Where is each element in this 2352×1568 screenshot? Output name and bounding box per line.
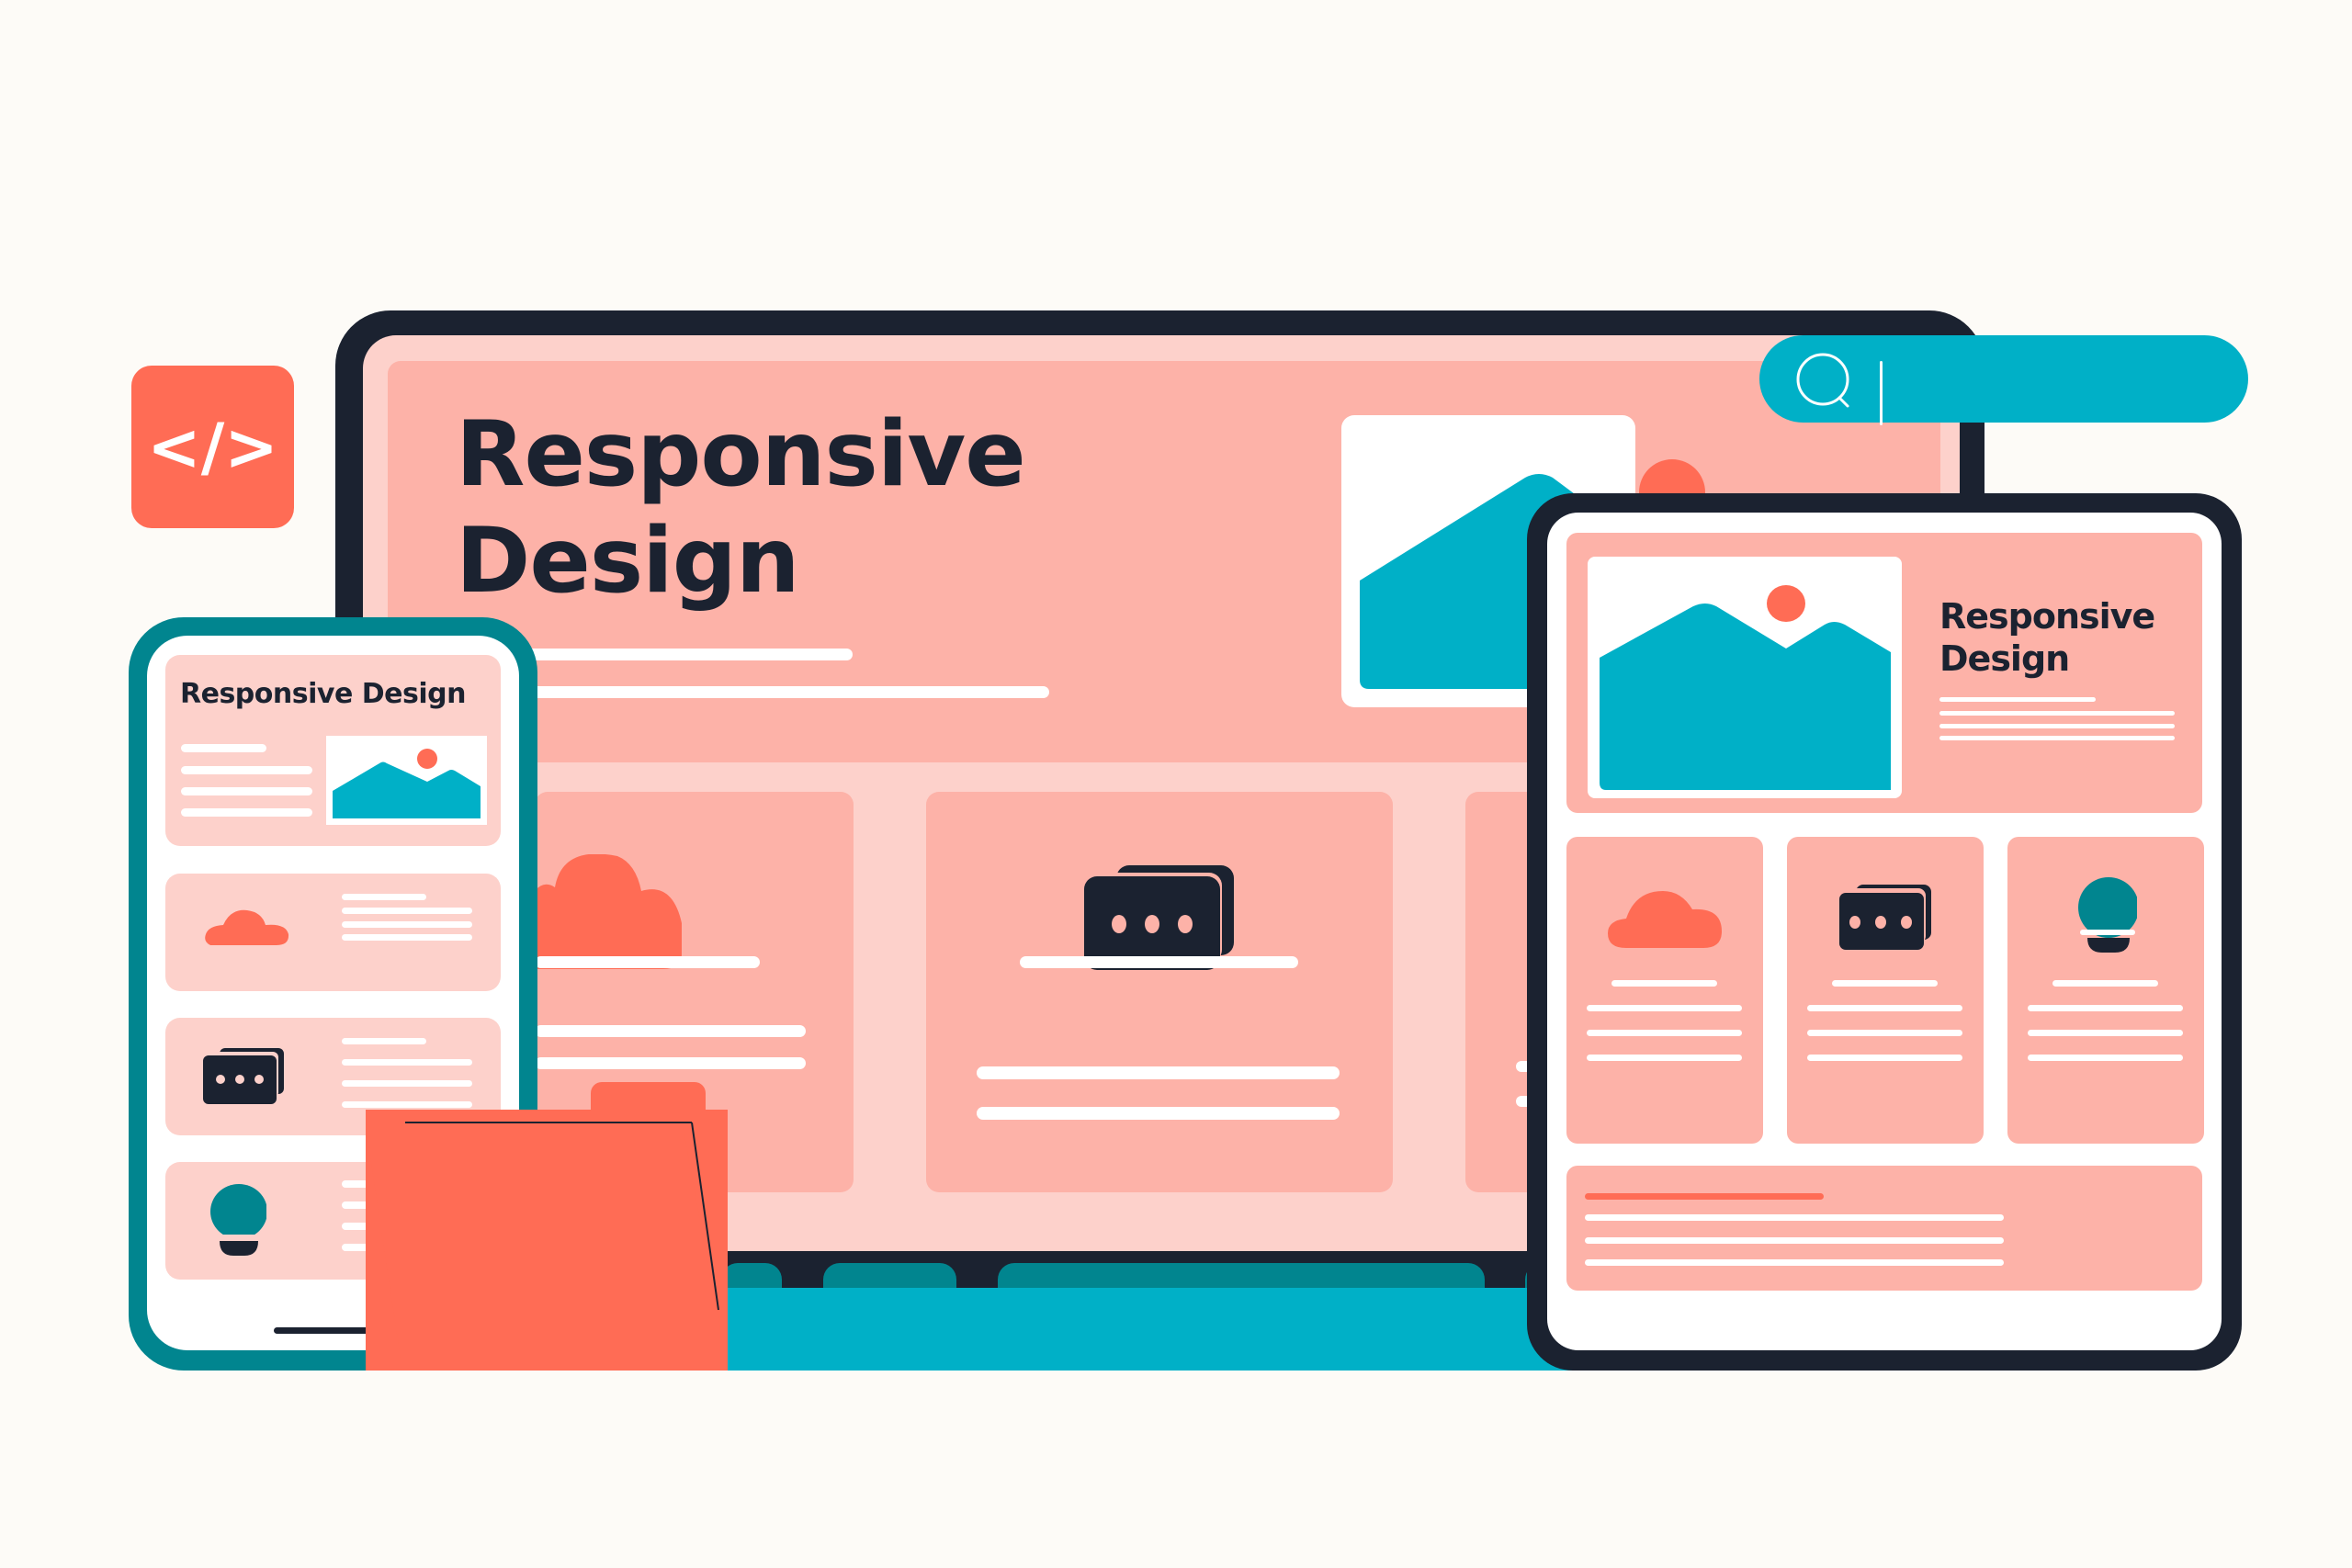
phone-text-line: [342, 1038, 426, 1044]
lightbulb-icon: [2078, 877, 2137, 953]
tablet-text-line: [1807, 1005, 1962, 1011]
phone-text-line: [342, 894, 426, 900]
tablet-text-line: [2028, 1030, 2183, 1036]
monitor-card-line: [535, 1025, 806, 1037]
monitor-text-line: [520, 649, 853, 660]
tablet-text-line: [1611, 980, 1717, 987]
tablet-text-line: [1585, 1237, 2004, 1244]
stand-key: [823, 1263, 956, 1289]
tablet-hero-image: [1588, 557, 1902, 798]
tablet-footer-accent-line: [1585, 1193, 1824, 1200]
tablet-footer-card: [1566, 1166, 2202, 1291]
search-icon: [1796, 353, 1849, 408]
chat-bubbles-icon: [1839, 885, 1931, 950]
tablet-text-line: [1587, 1005, 1742, 1011]
tablet-text-line: [2028, 1055, 2183, 1061]
tablet-text-line: [1832, 980, 1938, 987]
phone-hero-image: [326, 736, 487, 825]
phone-text-line: [342, 908, 472, 914]
landscape-image-icon: [1600, 585, 1891, 790]
folder-icon[interactable]: [366, 1110, 733, 1376]
tablet-text-line: [1807, 1030, 1962, 1036]
sun-icon: [1767, 585, 1805, 622]
chat-bubbles-icon: [203, 1048, 284, 1104]
tablet-text-line: [1939, 724, 2175, 728]
phone-page-title: Responsive Design: [180, 678, 466, 710]
tablet-card-chat: [1787, 837, 1984, 1144]
tablet-text-line: [1939, 736, 2175, 740]
phone-text-line: [342, 1101, 472, 1108]
code-glyph: </>: [147, 409, 278, 485]
phone-text-line: [181, 787, 312, 795]
chat-bubbles-icon: [1084, 865, 1234, 970]
phone-text-line: [181, 766, 312, 774]
lightbulb-icon: [210, 1184, 266, 1256]
monitor-card-line: [535, 956, 760, 968]
phone-text-line: [181, 808, 312, 817]
tablet-page-title-line2: Design: [1939, 638, 2070, 679]
landscape-image-icon: [333, 749, 481, 818]
search-text-cursor: [1880, 361, 1883, 425]
monitor-text-line: [520, 686, 1049, 698]
sun-icon: [417, 749, 437, 769]
monitor-card-line: [977, 1107, 1340, 1120]
monitor-page-title-line1: Responsive: [456, 402, 1026, 507]
code-brackets-icon[interactable]: </>: [131, 366, 294, 528]
monitor-card-chat: [926, 792, 1393, 1192]
phone-text-line: [181, 744, 266, 752]
monitor-card-line: [1020, 956, 1298, 968]
phone-text-line: [342, 934, 472, 941]
tablet-text-line: [1939, 697, 2096, 702]
stand-key: [998, 1263, 1485, 1289]
tablet-text-line: [1587, 1030, 1742, 1036]
tablet-card-cloud: [1566, 837, 1763, 1144]
phone-text-line: [342, 921, 472, 928]
monitor-card-line: [535, 1057, 806, 1069]
tablet-text-line: [1585, 1214, 2004, 1221]
tablet-text-line: [1807, 1055, 1962, 1061]
phone-text-line: [342, 1059, 472, 1066]
phone-text-line: [342, 1080, 472, 1087]
cloud-icon: [1608, 891, 1722, 948]
tablet-text-line: [2052, 980, 2158, 987]
tablet-text-line: [1587, 1055, 1742, 1061]
cloud-icon: [205, 909, 289, 945]
tablet-text-line: [2028, 1005, 2183, 1011]
monitor-card-line: [977, 1066, 1340, 1079]
tablet-page-title-line1: Responsive: [1939, 596, 2155, 637]
tablet-text-line: [1939, 711, 2175, 716]
tablet-text-line: [1585, 1259, 2004, 1266]
monitor-page-title-line2: Design: [456, 509, 800, 614]
search-bar[interactable]: [1759, 335, 2248, 425]
